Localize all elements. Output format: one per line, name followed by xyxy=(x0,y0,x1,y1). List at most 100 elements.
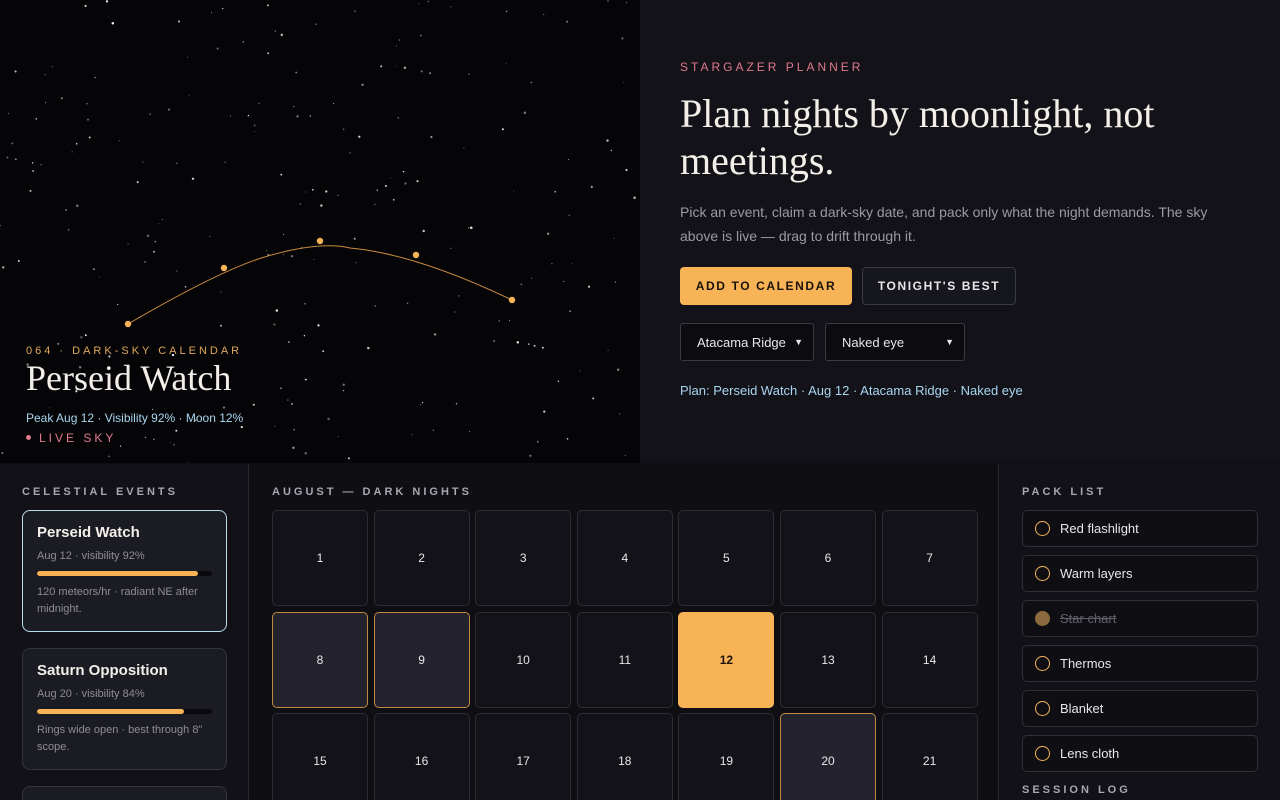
star xyxy=(117,303,119,306)
calendar-day[interactable]: 9 xyxy=(373,611,470,708)
calendar-day[interactable]: 1 xyxy=(272,510,368,606)
star xyxy=(566,20,569,23)
calendar-day[interactable]: 6 xyxy=(780,510,876,606)
star xyxy=(327,417,330,421)
event-card[interactable]: Saturn Opposition Aug 20 · visibility 84%… xyxy=(22,648,227,770)
calendar-day[interactable]: 13 xyxy=(780,611,876,708)
pack-item[interactable]: Warm layers xyxy=(1022,555,1258,592)
calendar-day[interactable]: 11 xyxy=(576,611,673,708)
event-card[interactable]: Perseid Watch Aug 12 · visibility 92% 120 … xyxy=(22,510,227,632)
intro-panel: STARGAZER PLANNER Plan nights by moonlig… xyxy=(640,0,1280,463)
tonights-best-button[interactable]: TONIGHT'S BEST xyxy=(862,267,1016,305)
star xyxy=(283,253,285,255)
star xyxy=(337,436,339,438)
calendar-day[interactable]: 8 xyxy=(272,611,368,708)
star xyxy=(149,113,151,115)
star xyxy=(280,33,284,37)
brand-label: STARGAZER PLANNER xyxy=(680,60,864,74)
star xyxy=(111,21,115,25)
star xyxy=(505,10,508,13)
pack-item[interactable]: Star chart xyxy=(1022,600,1258,637)
star xyxy=(470,226,473,230)
star xyxy=(2,266,5,269)
calendar-day[interactable]: 12 xyxy=(678,611,775,708)
star xyxy=(403,66,407,70)
star xyxy=(17,259,20,263)
star xyxy=(513,190,515,192)
star xyxy=(293,105,295,108)
live-sky-label: LIVE SKY xyxy=(39,430,117,445)
checkbox-icon[interactable] xyxy=(1035,656,1050,671)
calendar-day[interactable]: 19 xyxy=(678,713,775,800)
pack-item[interactable]: Thermos xyxy=(1022,645,1258,682)
constellation-star[interactable] xyxy=(220,264,228,272)
calendar-day[interactable]: 16 xyxy=(373,713,470,800)
calendar-day[interactable]: 14 xyxy=(881,611,978,708)
event-card[interactable] xyxy=(22,786,227,800)
constellation-star[interactable] xyxy=(508,296,516,304)
star xyxy=(613,237,615,239)
add-to-calendar-button[interactable]: ADD TO CALENDAR xyxy=(680,267,852,305)
checkbox-icon[interactable] xyxy=(1035,746,1050,761)
calendar-day[interactable]: 5 xyxy=(678,510,775,606)
calendar-day[interactable]: 2 xyxy=(373,510,470,606)
star xyxy=(14,70,17,73)
constellation-star[interactable] xyxy=(412,251,420,259)
star xyxy=(191,177,195,181)
checkbox-icon[interactable] xyxy=(1035,701,1050,716)
star xyxy=(258,102,260,105)
calendar-day[interactable]: 21 xyxy=(881,713,978,800)
pack-item[interactable]: Red flashlight xyxy=(1022,510,1258,547)
calendar-day[interactable]: 17 xyxy=(475,713,572,800)
star xyxy=(537,440,539,443)
star xyxy=(167,108,171,111)
calendar-day[interactable]: 15 xyxy=(272,713,368,800)
constellation-star[interactable] xyxy=(316,237,324,245)
calendar-day[interactable]: 7 xyxy=(881,510,978,606)
star xyxy=(520,283,523,286)
star xyxy=(325,190,328,193)
star xyxy=(407,302,409,304)
featured-event-caption: 064 · DARK-SKY CALENDAR Perseid Watch Pe… xyxy=(26,345,243,445)
star xyxy=(547,232,550,235)
checkbox-icon[interactable] xyxy=(1035,521,1050,536)
event-card-note: Rings wide open · best through 8" scope. xyxy=(37,724,203,753)
calendar-day[interactable]: 3 xyxy=(475,510,572,606)
pack-item-label: Red flashlight xyxy=(1060,521,1139,536)
star xyxy=(355,262,357,264)
pack-item[interactable]: Blanket xyxy=(1022,690,1258,727)
star xyxy=(317,324,320,327)
optics-select[interactable]: Naked eye ▼ xyxy=(825,323,965,361)
calendar-day[interactable]: 4 xyxy=(576,510,673,606)
checkbox-icon[interactable] xyxy=(1035,566,1050,581)
star xyxy=(107,16,109,18)
calendar-heading: AUGUST — DARK NIGHTS xyxy=(272,486,472,498)
star xyxy=(384,184,387,188)
star xyxy=(266,250,268,252)
star xyxy=(220,291,222,293)
star xyxy=(347,457,350,460)
star xyxy=(184,285,187,288)
intro-text: Pick an event, claim a dark-sky date, an… xyxy=(680,204,1208,244)
star xyxy=(590,185,593,189)
event-eyebrow: 064 · DARK-SKY CALENDAR xyxy=(26,345,243,357)
star xyxy=(529,454,532,457)
checkbox-icon[interactable] xyxy=(1035,611,1050,626)
star xyxy=(621,37,624,40)
star xyxy=(571,262,573,264)
calendar-day[interactable]: 18 xyxy=(576,713,673,800)
pack-item[interactable]: Lens cloth xyxy=(1022,735,1258,772)
star xyxy=(322,350,325,353)
live-sky-canvas[interactable]: 064 · DARK-SKY CALENDAR Perseid Watch Pe… xyxy=(0,0,640,463)
star xyxy=(44,74,46,76)
star xyxy=(358,135,361,138)
calendar-day[interactable]: 10 xyxy=(475,611,572,708)
star xyxy=(554,191,556,193)
star xyxy=(86,102,88,105)
site-select[interactable]: Atacama Ridge ▼ xyxy=(680,323,814,361)
calendar-day[interactable]: 20 xyxy=(780,713,876,800)
constellation-star[interactable] xyxy=(124,320,132,328)
star xyxy=(84,4,87,7)
star xyxy=(508,320,510,322)
star xyxy=(35,118,38,120)
